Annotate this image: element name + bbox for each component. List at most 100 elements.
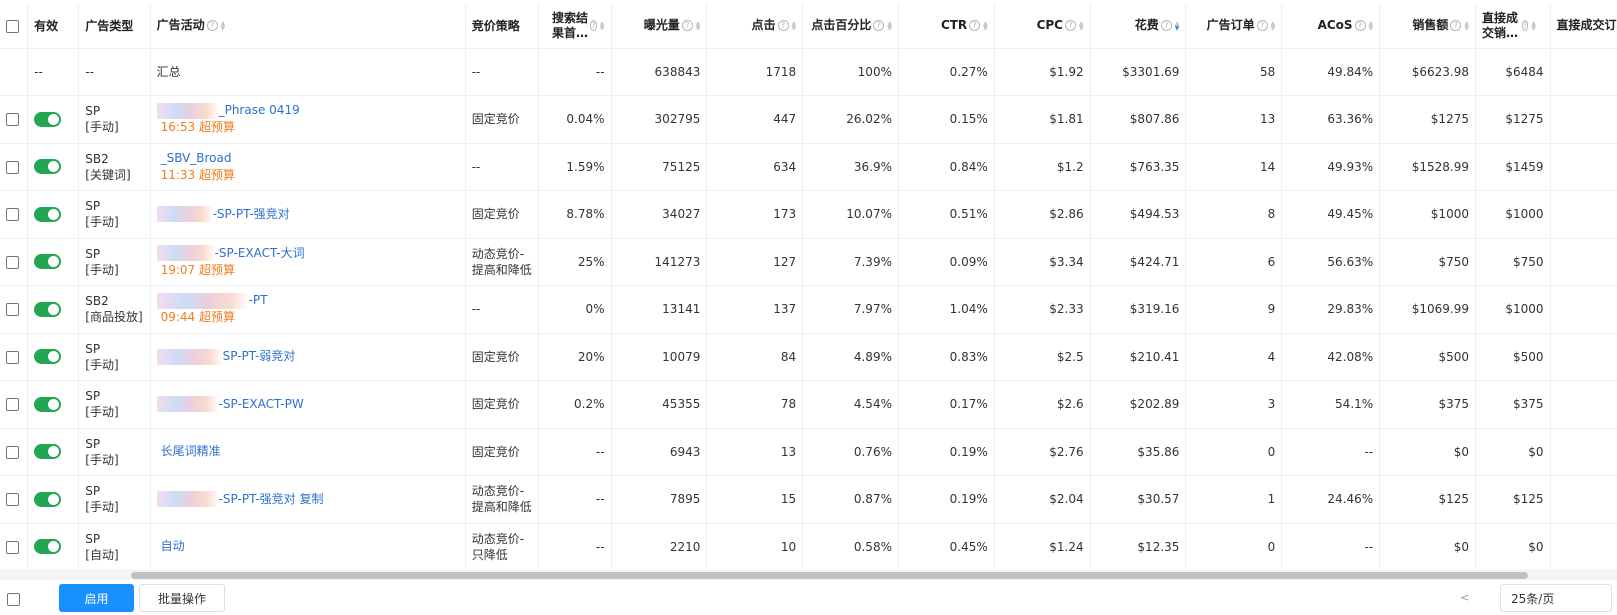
header-campaign[interactable]: 广告活动? ▲ ▼ [150,4,466,49]
enable-button[interactable]: 启用 [59,584,134,612]
active-toggle[interactable] [34,301,62,317]
direct-orders-cell: 13 [1550,143,1617,191]
table-header-row: 有效 广告类型 广告活动? ▲ ▼ 竞价策略 搜索结果首…? ▲ ▼ 曝光量? ▲ ▼ 点击… [0,4,1617,49]
question-circle-icon[interactable]: ? [777,20,789,32]
campaign-name-link[interactable]: _SBV_Broad [161,151,232,165]
acos-cell: 24.46% [1281,475,1381,524]
header-clicks[interactable]: 点击? ▲ ▼ [706,4,804,49]
table-row: SP [自动] 自动 动态竞价-只降低 -- 2210 10 0.58% 0.45% $1.24 $… [0,523,1617,571]
row-checkbox[interactable] [6,398,19,412]
select-all-header[interactable] [0,4,29,49]
select-all-checkbox[interactable] [6,19,19,33]
sort-caret-icon[interactable]: ▲ ▼ [696,20,701,31]
campaign-name-link[interactable]: SP-PT-弱竞对 [223,349,296,363]
row-checkbox[interactable] [6,303,19,317]
row-checkbox[interactable] [6,255,19,269]
header-acos[interactable]: ACoS? ▲ ▼ [1281,4,1381,49]
row-checkbox[interactable] [6,113,19,127]
sales-cell: $1000 [1379,190,1476,239]
sort-caret-icon[interactable]: ▲ ▼ [983,20,988,31]
page-size-select[interactable]: 25条/页 [1500,584,1612,612]
ctr-cell: 0.09% [898,238,995,286]
question-circle-icon[interactable]: ? [681,20,693,32]
header-search-top[interactable]: 搜索结果首…? ▲ ▼ [538,4,612,49]
row-checkbox[interactable] [6,445,19,459]
header-sales[interactable]: 销售额? ▲ ▼ [1379,4,1476,49]
row-checkbox[interactable] [6,540,19,554]
footer-select-checkbox[interactable] [7,593,20,606]
active-toggle[interactable] [34,444,62,460]
impressions-cell: 75125 [611,143,708,191]
search-top-cell: 20% [538,333,612,381]
question-circle-icon[interactable]: ? [206,20,218,32]
sales-cell: $0 [1379,428,1476,476]
campaign-name-link[interactable]: -SP-EXACT-大词 [215,246,305,260]
header-impressions[interactable]: 曝光量? ▲ ▼ [611,4,708,49]
question-circle-icon[interactable]: ? [1160,20,1172,32]
direct-orders-cell: 6 [1550,238,1617,286]
header-direct-sales[interactable]: 直接成交销…? ▲ ▼ [1475,4,1551,49]
row-checkbox[interactable] [6,493,19,507]
question-circle-icon[interactable]: ? [590,20,597,32]
question-circle-icon[interactable]: ? [873,20,885,32]
campaign-name-link[interactable]: -SP-EXACT-PW [219,397,304,411]
question-circle-icon[interactable]: ? [1354,20,1366,32]
header-click-pct[interactable]: 点击百分比? ▲ ▼ [802,4,899,49]
active-toggle[interactable] [34,349,62,365]
spend-cell: $12.35 [1090,523,1187,571]
active-toggle[interactable] [34,491,62,507]
row-checkbox[interactable] [6,350,19,364]
header-ctr[interactable]: CTR? ▲ ▼ [898,4,995,49]
header-bid-strategy: 竞价策略 [465,4,540,49]
sort-caret-icon[interactable]: ▲ ▼ [1271,20,1276,31]
campaign-name-link[interactable]: -PT [249,293,268,307]
sort-caret-icon[interactable]: ▲ ▼ [1464,20,1469,31]
redacted-name-block [156,348,223,365]
header-spend[interactable]: 花费? ▲ ▼ [1090,4,1187,49]
ctr-cell: 1.04% [898,285,995,334]
campaign-name-link[interactable]: -SP-PT-强竞对 [213,207,290,221]
question-circle-icon[interactable]: ? [1064,20,1076,32]
campaign-name-link[interactable]: _Phrase 0419 [219,103,300,117]
question-circle-icon[interactable]: ? [1521,20,1529,32]
active-toggle[interactable] [34,111,62,127]
sort-caret-icon[interactable]: ▲ ▼ [1531,20,1536,31]
direct-orders-cell: 4 [1550,333,1617,381]
active-toggle[interactable] [34,159,62,175]
pager-prev-icon[interactable]: < [1460,591,1469,604]
header-direct-orders[interactable]: 直接成交订单 [1550,4,1617,49]
question-circle-icon[interactable]: ? [969,20,981,32]
header-cpc[interactable]: CPC? ▲ ▼ [994,4,1091,49]
sort-caret-icon[interactable]: ▲ ▼ [1369,20,1374,31]
campaign-name-link[interactable]: -SP-PT-强竞对 复制 [219,492,324,506]
sort-caret-icon[interactable]: ▲ ▼ [1079,20,1084,31]
click-pct-cell: 7.97% [802,285,899,334]
row-checkbox[interactable] [6,160,19,174]
batch-action-button[interactable]: 批量操作 [139,584,225,612]
question-circle-icon[interactable]: ? [1256,20,1268,32]
sort-caret-icon[interactable]: ▲ ▼ [600,20,605,31]
active-toggle[interactable] [34,539,62,555]
header-orders[interactable]: 广告订单? ▲ ▼ [1185,4,1283,49]
sort-caret-icon[interactable]: ▲ ▼ [1175,20,1180,31]
sort-caret-icon[interactable]: ▲ ▼ [792,20,797,31]
table-row: SP [手动] -SP-EXACT-大词 19:07 超预算 动态竞价-提高和降低 25%… [0,238,1617,286]
active-toggle[interactable] [34,396,62,412]
summary-row: -- -- 汇总 -- -- 638843 1718 100% 0.27% $1… [0,48,1617,96]
row-checkbox[interactable] [6,208,19,222]
horizontal-scrollbar-thumb[interactable] [131,572,1528,579]
direct-orders-cell: 0 [1550,523,1617,571]
sort-caret-icon[interactable]: ▲ ▼ [887,20,892,31]
clicks-cell: 10 [706,523,804,571]
sort-caret-icon[interactable]: ▲ ▼ [221,20,226,31]
campaign-name-link[interactable]: 自动 [161,539,185,553]
active-toggle[interactable] [34,254,62,270]
table-row: SP [手动] 长尾词精准 固定竞价 -- 6943 13 0.76% 0.19% $2.76 $3… [0,428,1617,476]
search-top-cell: 0.2% [538,380,612,429]
click-pct-cell: 26.02% [802,95,899,144]
question-circle-icon[interactable]: ? [1450,20,1462,32]
campaign-name-link[interactable]: 长尾词精准 [161,444,221,458]
active-toggle[interactable] [34,206,62,222]
over-budget-label: 16:53 超预算 [160,120,235,135]
direct-sales-cell: $750 [1475,238,1551,286]
